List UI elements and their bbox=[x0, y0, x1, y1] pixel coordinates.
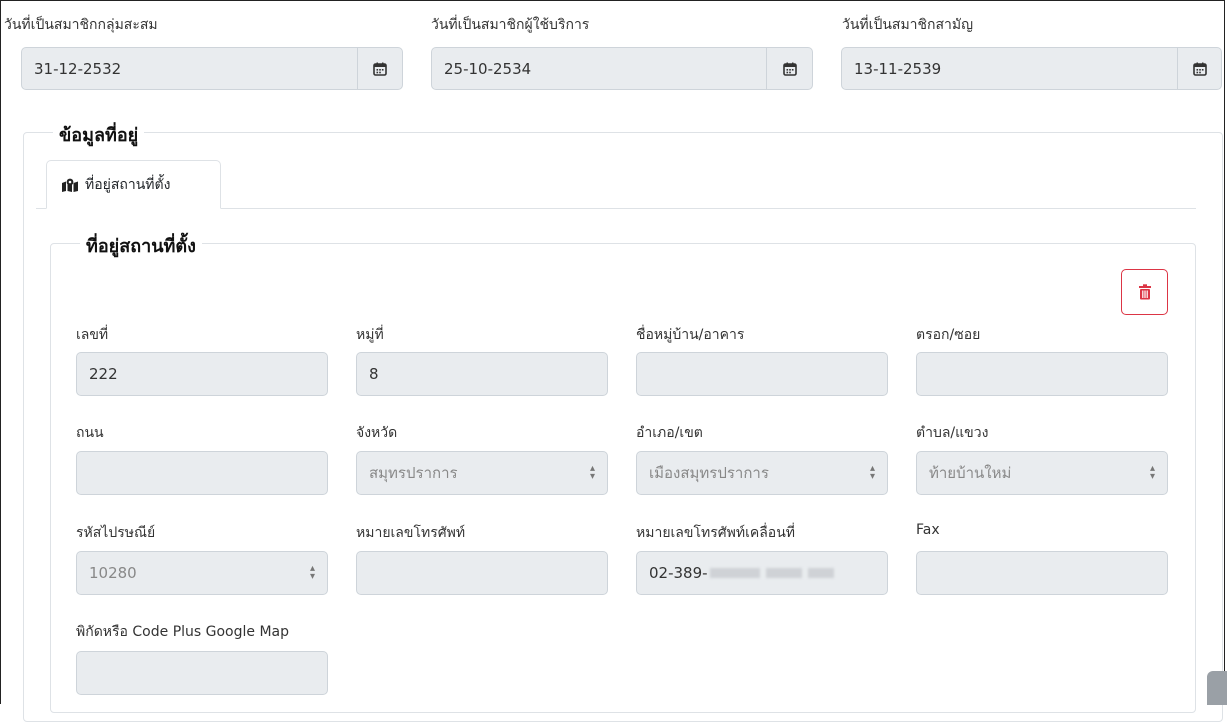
service-user-date-input[interactable]: 25-10-2534 bbox=[431, 47, 767, 90]
postcode-label: รหัสไปรษณีย์ bbox=[76, 525, 156, 541]
mobile-value: 02-389- bbox=[649, 564, 708, 582]
calendar-icon bbox=[1192, 62, 1207, 76]
house-no-label: เลขที่ bbox=[76, 327, 109, 343]
subdistrict-value: ท้ายบ้านใหม่ bbox=[929, 464, 1012, 482]
soi-label: ตรอก/ซอย bbox=[916, 327, 981, 343]
village-input[interactable] bbox=[636, 352, 888, 396]
postcode-value: 10280 bbox=[89, 564, 137, 582]
group-member-date-label: วันที่เป็นสมาชิกกลุ่มสะสม bbox=[4, 17, 158, 33]
district-value: เมืองสมุทรปราการ bbox=[649, 464, 769, 482]
scroll-to-top-button[interactable] bbox=[1207, 671, 1227, 705]
redacted-blur bbox=[709, 568, 760, 578]
service-user-date-label: วันที่เป็นสมาชิกผู้ใช้บริการ bbox=[431, 17, 590, 33]
address-section-title: ข้อมูลที่อยู่ bbox=[53, 120, 145, 149]
ordinary-date-label: วันที่เป็นสมาชิกสามัญ bbox=[842, 17, 974, 33]
select-arrows-icon: ▴ ▾ bbox=[869, 463, 875, 482]
province-select[interactable]: สมุทรปราการ ▴ ▾ bbox=[356, 451, 608, 495]
phone-input[interactable] bbox=[356, 551, 608, 595]
calendar-button[interactable] bbox=[1177, 47, 1222, 90]
select-arrows-icon: ▴ ▾ bbox=[1149, 463, 1155, 482]
house-no-input[interactable]: 222 bbox=[76, 352, 328, 396]
plus-code-label: พิกัดหรือ Code Plus Google Map bbox=[76, 624, 290, 640]
phone-label: หมายเลขโทรศัพท์ bbox=[356, 525, 466, 541]
tab-label: ที่อยู่สถานที่ตั้ง bbox=[85, 176, 171, 193]
redacted-blur bbox=[807, 568, 834, 578]
calendar-button[interactable] bbox=[357, 47, 403, 90]
location-title: ที่อยู่สถานที่ตั้ง bbox=[80, 231, 202, 260]
calendar-icon bbox=[373, 62, 387, 76]
moo-input[interactable]: 8 bbox=[356, 352, 608, 396]
moo-label: หมู่ที่ bbox=[356, 327, 384, 343]
select-arrows-icon: ▴ ▾ bbox=[589, 463, 595, 482]
fax-input[interactable] bbox=[916, 551, 1168, 595]
ordinary-date-input[interactable]: 13-11-2539 bbox=[841, 47, 1178, 90]
postcode-select[interactable]: 10280 ▴ ▾ bbox=[76, 551, 328, 595]
subdistrict-select[interactable]: ท้ายบ้านใหม่ ▴ ▾ bbox=[916, 451, 1168, 495]
fax-label: Fax bbox=[916, 522, 940, 538]
road-input[interactable] bbox=[76, 451, 328, 495]
group-member-date-input[interactable]: 31-12-2532 bbox=[21, 47, 358, 90]
redacted-blur bbox=[765, 568, 802, 578]
road-label: ถนน bbox=[76, 425, 104, 441]
district-select[interactable]: เมืองสมุทรปราการ ▴ ▾ bbox=[636, 451, 888, 495]
district-label: อำเภอ/เขต bbox=[636, 425, 703, 441]
calendar-button[interactable] bbox=[766, 47, 813, 90]
soi-input[interactable] bbox=[916, 352, 1168, 396]
province-value: สมุทรปราการ bbox=[369, 464, 458, 482]
select-arrows-icon: ▴ ▾ bbox=[309, 563, 315, 582]
map-location-icon bbox=[62, 178, 78, 192]
mobile-label: หมายเลขโทรศัพท์เคลื่อนที่ bbox=[636, 525, 796, 541]
tab-location-address[interactable]: ที่อยู่สถานที่ตั้ง bbox=[46, 160, 221, 209]
trash-icon bbox=[1138, 284, 1151, 300]
village-label: ชื่อหมู่บ้าน/อาคาร bbox=[636, 327, 745, 343]
subdistrict-label: ตำบล/แขวง bbox=[916, 425, 989, 441]
plus-code-input[interactable] bbox=[76, 651, 328, 695]
delete-button[interactable] bbox=[1121, 269, 1168, 315]
calendar-icon bbox=[782, 62, 797, 76]
province-label: จังหวัด bbox=[356, 425, 398, 441]
mobile-input[interactable]: 02-389- bbox=[636, 551, 888, 595]
